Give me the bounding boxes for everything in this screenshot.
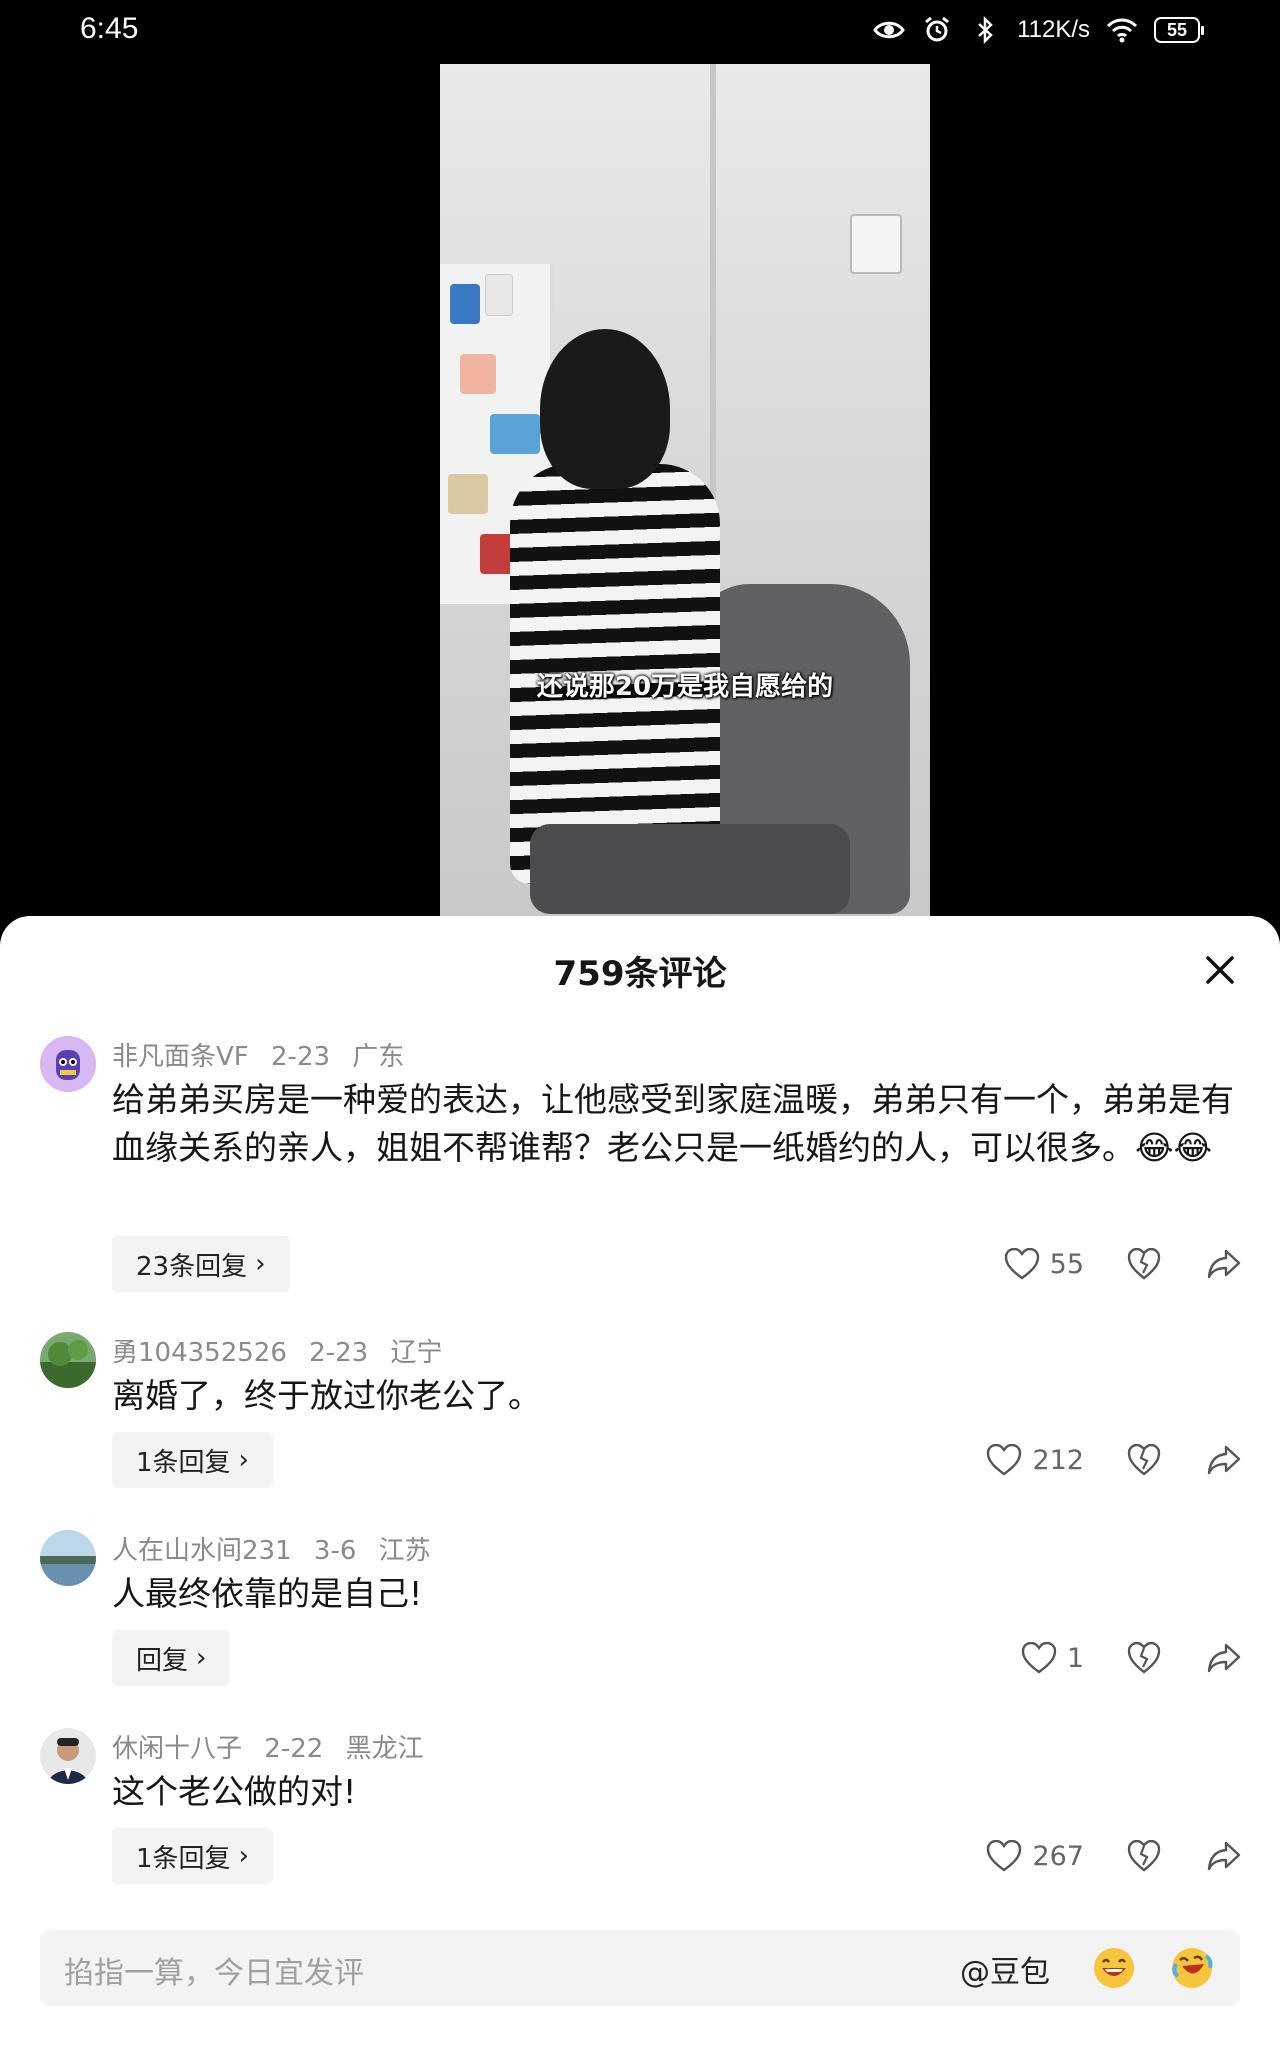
comment-input[interactable]: 掐指一算，今日宜发评 bbox=[64, 1948, 364, 1992]
bluetooth-icon bbox=[969, 14, 1001, 46]
share-icon[interactable] bbox=[1204, 1638, 1244, 1678]
view-replies-button[interactable]: 1条回复 › bbox=[112, 1432, 273, 1488]
status-icons: 112K/s 55 bbox=[873, 14, 1204, 46]
replies-label: 1条回复 bbox=[136, 1447, 231, 1478]
like-count: 1 bbox=[1066, 1642, 1084, 1674]
video-scene-seat bbox=[530, 824, 850, 914]
comment-meta: 勇104352526 2-23 辽宁 bbox=[112, 1332, 456, 1369]
chevron-right-icon: › bbox=[238, 1445, 249, 1475]
avatar[interactable] bbox=[40, 1530, 96, 1586]
like-button[interactable]: 55 bbox=[964, 1248, 1084, 1280]
chevron-right-icon: › bbox=[196, 1643, 207, 1673]
grin-emoji-icon[interactable] bbox=[1092, 1946, 1136, 1990]
heart-icon bbox=[987, 1444, 1022, 1476]
replies-label: 回复 bbox=[136, 1645, 189, 1676]
comment-actions: 1 bbox=[964, 1638, 1244, 1678]
share-icon[interactable] bbox=[1204, 1440, 1244, 1480]
network-speed: 112K/s bbox=[1017, 16, 1090, 43]
comment-text: 离婚了，终于放过你老公了。 bbox=[112, 1376, 541, 1415]
heart-icon bbox=[1021, 1642, 1057, 1674]
comment-username[interactable]: 非凡面条VF bbox=[112, 1042, 249, 1072]
dislike-icon[interactable] bbox=[1124, 1440, 1164, 1480]
comment-date: 2-23 bbox=[271, 1042, 331, 1072]
comment-actions: 267 bbox=[964, 1836, 1244, 1876]
chevron-right-icon: › bbox=[238, 1841, 249, 1871]
comment-input-bar[interactable]: 掐指一算，今日宜发评 @豆包 bbox=[40, 1930, 1240, 2006]
comment-location: 辽宁 bbox=[390, 1338, 443, 1368]
video-scene-switch bbox=[850, 214, 902, 274]
comments-title: 759条评论 bbox=[553, 954, 727, 994]
comment-username[interactable]: 人在山水间231 bbox=[112, 1536, 292, 1566]
heart-icon bbox=[1004, 1248, 1039, 1280]
view-replies-button[interactable]: 1条回复 › bbox=[112, 1828, 273, 1884]
like-button[interactable]: 267 bbox=[964, 1840, 1084, 1872]
battery-icon: 55 bbox=[1154, 17, 1204, 43]
wifi-icon bbox=[1106, 14, 1138, 46]
comment-date: 3-6 bbox=[313, 1536, 357, 1566]
alarm-icon bbox=[921, 14, 953, 46]
avatar[interactable] bbox=[40, 1728, 96, 1784]
comment-username[interactable]: 勇104352526 bbox=[112, 1338, 287, 1368]
video-caption: 还说那20万是我自愿给的 bbox=[536, 672, 834, 702]
share-icon[interactable] bbox=[1204, 1836, 1244, 1876]
view-replies-button[interactable]: 23条回复 › bbox=[112, 1236, 290, 1292]
comment-text: 人最终依靠的是自己! bbox=[112, 1574, 423, 1613]
dislike-icon[interactable] bbox=[1124, 1638, 1164, 1678]
comment-meta: 人在山水间231 3-6 江苏 bbox=[112, 1530, 445, 1567]
rofl-emoji-icon[interactable] bbox=[1170, 1946, 1214, 1990]
comment-text: 这个老公做的对! bbox=[112, 1772, 357, 1811]
status-bar: 6:45 112K/s 55 bbox=[0, 0, 1280, 64]
comment-meta: 非凡面条VF 2-23 广东 bbox=[112, 1036, 418, 1073]
video-scene-head bbox=[540, 329, 670, 489]
comment-date: 2-22 bbox=[264, 1734, 324, 1764]
share-icon[interactable] bbox=[1204, 1244, 1244, 1284]
close-icon[interactable] bbox=[1200, 950, 1240, 990]
comment-actions: 212 bbox=[964, 1440, 1244, 1480]
dislike-icon[interactable] bbox=[1124, 1836, 1164, 1876]
comments-panel: 759条评论 非凡面条VF 2-23 广东 给弟弟买房是一种爱的表达，让他感受到… bbox=[0, 916, 1280, 2048]
like-button[interactable]: 212 bbox=[964, 1444, 1084, 1476]
status-time: 6:45 bbox=[80, 12, 139, 45]
chevron-right-icon: › bbox=[255, 1249, 266, 1279]
comment-username[interactable]: 休闲十八子 bbox=[112, 1734, 242, 1764]
laughing-emoji-icon: 😂😂 bbox=[1135, 1128, 1213, 1167]
avatar[interactable] bbox=[40, 1036, 96, 1092]
comment-location: 广东 bbox=[352, 1042, 405, 1072]
comment-location: 黑龙江 bbox=[345, 1734, 424, 1764]
dislike-icon[interactable] bbox=[1124, 1244, 1164, 1284]
mention-doubao-button[interactable]: @豆包 bbox=[960, 1947, 1050, 1991]
like-count: 267 bbox=[1032, 1840, 1084, 1872]
comment-meta: 休闲十八子 2-22 黑龙江 bbox=[112, 1728, 438, 1765]
eye-icon bbox=[873, 14, 905, 46]
replies-label: 23条回复 bbox=[136, 1251, 248, 1282]
like-count: 212 bbox=[1032, 1444, 1084, 1476]
like-button[interactable]: 1 bbox=[964, 1642, 1084, 1674]
heart-icon bbox=[987, 1840, 1022, 1872]
avatar[interactable] bbox=[40, 1332, 96, 1388]
comment-text-body: 给弟弟买房是一种爱的表达，让他感受到家庭温暖，弟弟只有一个，弟弟是有血缘关系的亲… bbox=[112, 1080, 1234, 1167]
replies-label: 1条回复 bbox=[136, 1843, 231, 1874]
like-count: 55 bbox=[1049, 1248, 1084, 1280]
comment-text: 给弟弟买房是一种爱的表达，让他感受到家庭温暖，弟弟只有一个，弟弟是有血缘关系的亲… bbox=[112, 1076, 1242, 1172]
comment-actions: 55 bbox=[964, 1244, 1244, 1284]
comment-date: 2-23 bbox=[309, 1338, 369, 1368]
comment-location: 江苏 bbox=[378, 1536, 431, 1566]
view-replies-button[interactable]: 回复 › bbox=[112, 1630, 231, 1686]
video-player[interactable]: 还说那20万是我自愿给的 bbox=[440, 64, 930, 916]
